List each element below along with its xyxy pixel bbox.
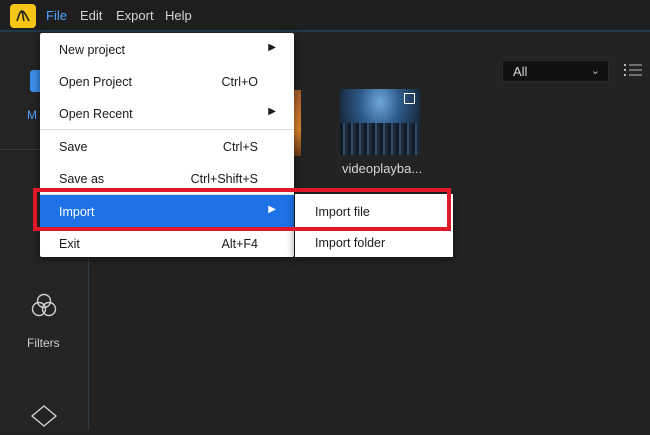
filters-icon[interactable] — [30, 292, 58, 325]
submenu-item-import-file[interactable]: Import file — [295, 195, 453, 226]
clip-name: videoplayba... — [342, 161, 423, 176]
submenu-arrow-icon: ▶ — [268, 204, 276, 215]
submenu-item-label: Import folder — [315, 236, 386, 250]
menu-edit[interactable]: Edit — [80, 8, 102, 23]
chevron-down-icon: ⌄ — [590, 65, 600, 77]
menu-item-label: Open Project — [59, 75, 132, 89]
menu-item-save[interactable]: Save Ctrl+S — [40, 130, 294, 162]
menu-item-label: Import — [59, 205, 95, 219]
menu-item-shortcut: Ctrl+Shift+S — [190, 172, 258, 186]
menu-export[interactable]: Export — [116, 8, 154, 23]
menu-item-import[interactable]: Import ▶ — [40, 195, 294, 227]
menu-item-label: Save as — [59, 172, 105, 186]
menu-item-label: New project — [59, 43, 125, 57]
menu-item-shortcut: Ctrl+O — [221, 75, 258, 89]
import-submenu: Import file Import folder — [295, 194, 453, 257]
menubar: File Edit Export Help — [0, 0, 650, 32]
submenu-arrow-icon: ▶ — [268, 106, 276, 117]
submenu-arrow-icon: ▶ — [268, 42, 276, 53]
menubar-divider — [0, 30, 650, 32]
menu-help[interactable]: Help — [165, 8, 192, 23]
layers-icon[interactable] — [30, 404, 58, 435]
video-thumbnail[interactable] — [340, 89, 420, 155]
media-filter-select[interactable]: All ⌄ — [502, 60, 609, 82]
app-logo-icon — [10, 4, 36, 28]
menu-item-label: Exit — [59, 237, 80, 251]
list-view-icon[interactable] — [624, 63, 642, 82]
menu-item-label: Open Recent — [59, 107, 133, 121]
media-filter-value: All — [513, 64, 528, 79]
file-menu: New project ▶ Open Project Ctrl+O Open R… — [40, 33, 294, 257]
menu-item-new-project[interactable]: New project ▶ — [40, 33, 294, 65]
sidebar-item-filters-label[interactable]: Filters — [27, 336, 60, 350]
menu-item-shortcut: Ctrl+S — [222, 140, 258, 154]
submenu-item-label: Import file — [315, 205, 370, 219]
submenu-item-import-folder[interactable]: Import folder — [295, 226, 453, 257]
select-checkbox[interactable] — [404, 93, 415, 104]
menu-item-open-recent[interactable]: Open Recent ▶ — [40, 97, 294, 129]
menu-item-save-as[interactable]: Save as Ctrl+Shift+S — [40, 162, 294, 194]
menu-item-open-project[interactable]: Open Project Ctrl+O — [40, 65, 294, 97]
menu-file[interactable]: File — [46, 8, 67, 23]
thumbnail-image — [340, 123, 420, 155]
menu-item-label: Save — [59, 140, 88, 154]
menu-item-shortcut: Alt+F4 — [221, 237, 258, 251]
sidebar-item-media-label[interactable]: M — [27, 108, 37, 122]
menu-item-exit[interactable]: Exit Alt+F4 — [40, 227, 294, 259]
